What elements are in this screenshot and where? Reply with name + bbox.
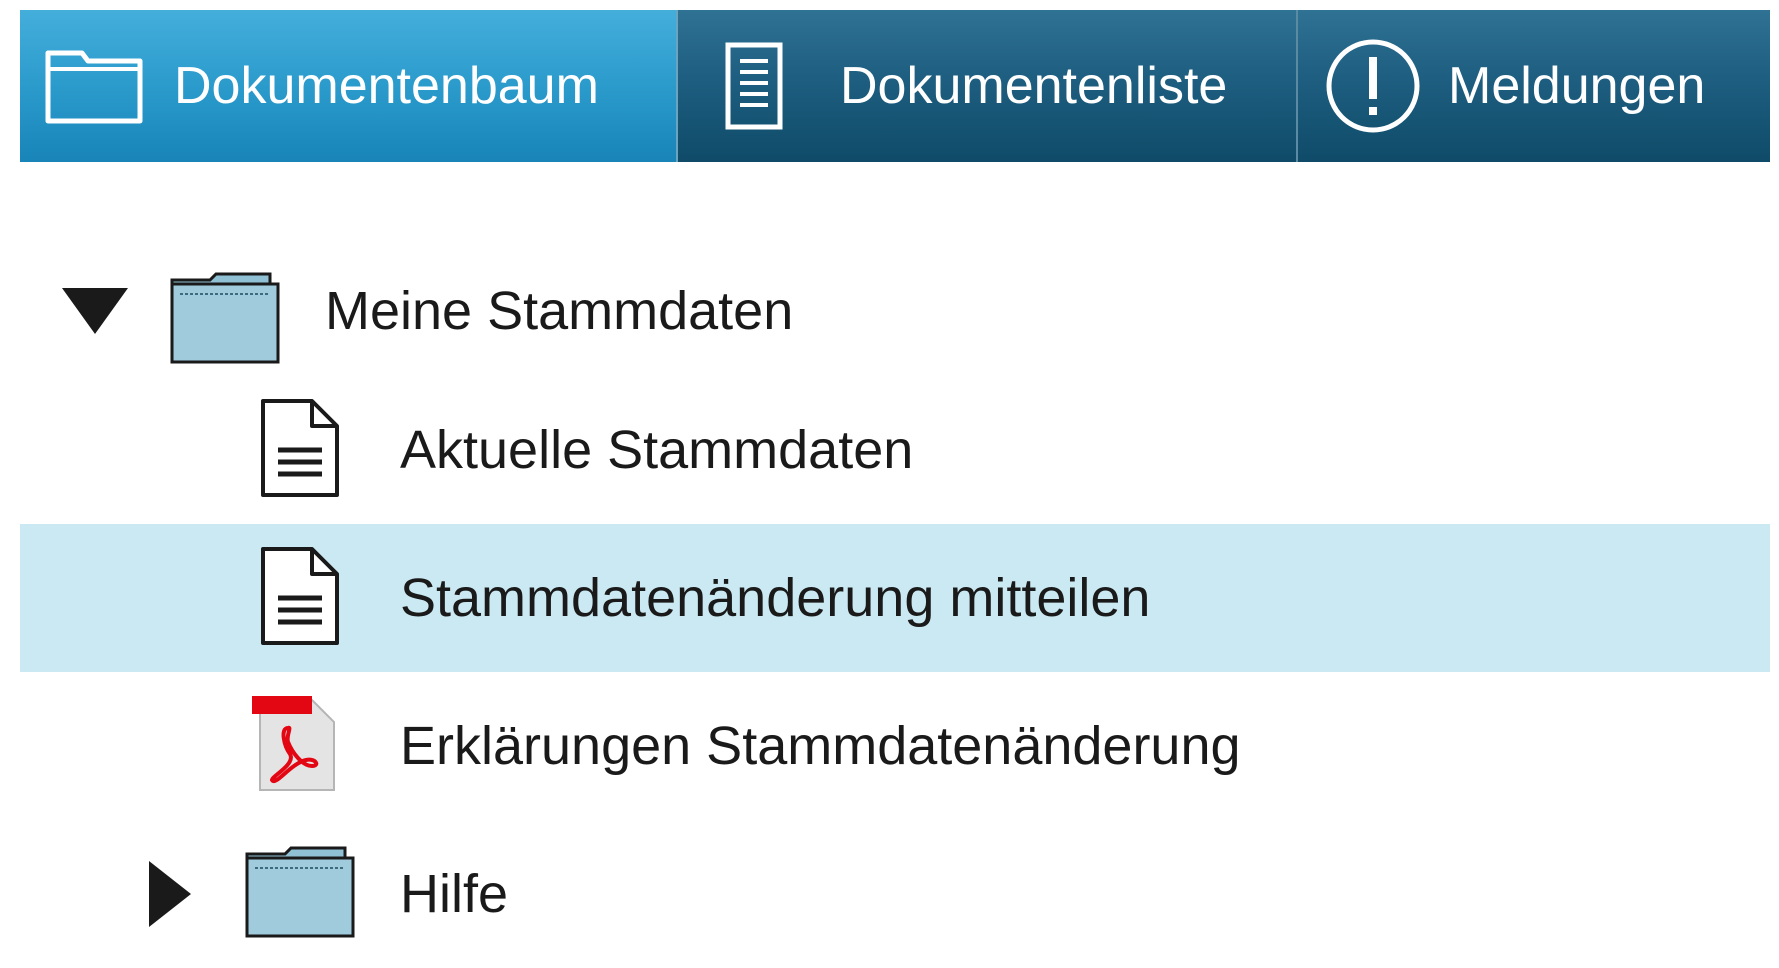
tab-label: Dokumentenbaum [174,57,599,115]
document-icon [260,546,340,651]
tree-item-label: Hilfe [400,864,509,924]
tab-dokumentenbaum[interactable]: Dokumentenbaum [20,10,678,162]
exclamation-icon [1324,37,1422,135]
tab-meldungen[interactable]: Meldungen [1298,10,1770,162]
tab-dokumentenliste[interactable]: Dokumentenliste [678,10,1298,162]
tree-item-meine-stammdaten[interactable]: Meine Stammdaten [20,246,1770,376]
expanded-triangle-icon[interactable] [60,281,130,341]
pdf-icon [250,694,340,799]
collapsed-triangle-icon[interactable] [140,859,200,929]
folder-icon [170,272,280,369]
tab-label: Meldungen [1448,57,1706,115]
tab-bar: Dokumentenbaum Dokumentenliste Meldungen [20,10,1770,162]
tree-item-erklaerungen-stammdatenaenderung[interactable]: Erklärungen Stammdatenänderung [20,672,1770,820]
document-list-icon [720,41,788,131]
tab-label: Dokumentenliste [840,57,1228,115]
tree-item-label: Erklärungen Stammdatenänderung [400,716,1241,776]
folder-icon [44,47,144,125]
tree-item-label: Stammdatenänderung mitteilen [400,568,1151,628]
tree-item-hilfe[interactable]: Hilfe [20,820,1770,968]
tree-item-stammdatenaenderung-mitteilen[interactable]: Stammdatenänderung mitteilen [20,524,1770,672]
document-tree: Meine Stammdaten Aktuelle Stammdaten Sta [20,246,1770,968]
tree-item-label: Aktuelle Stammdaten [400,420,914,480]
tree-item-label: Meine Stammdaten [325,281,794,341]
folder-icon [245,846,355,943]
document-icon [260,398,340,503]
tree-item-aktuelle-stammdaten[interactable]: Aktuelle Stammdaten [20,376,1770,524]
